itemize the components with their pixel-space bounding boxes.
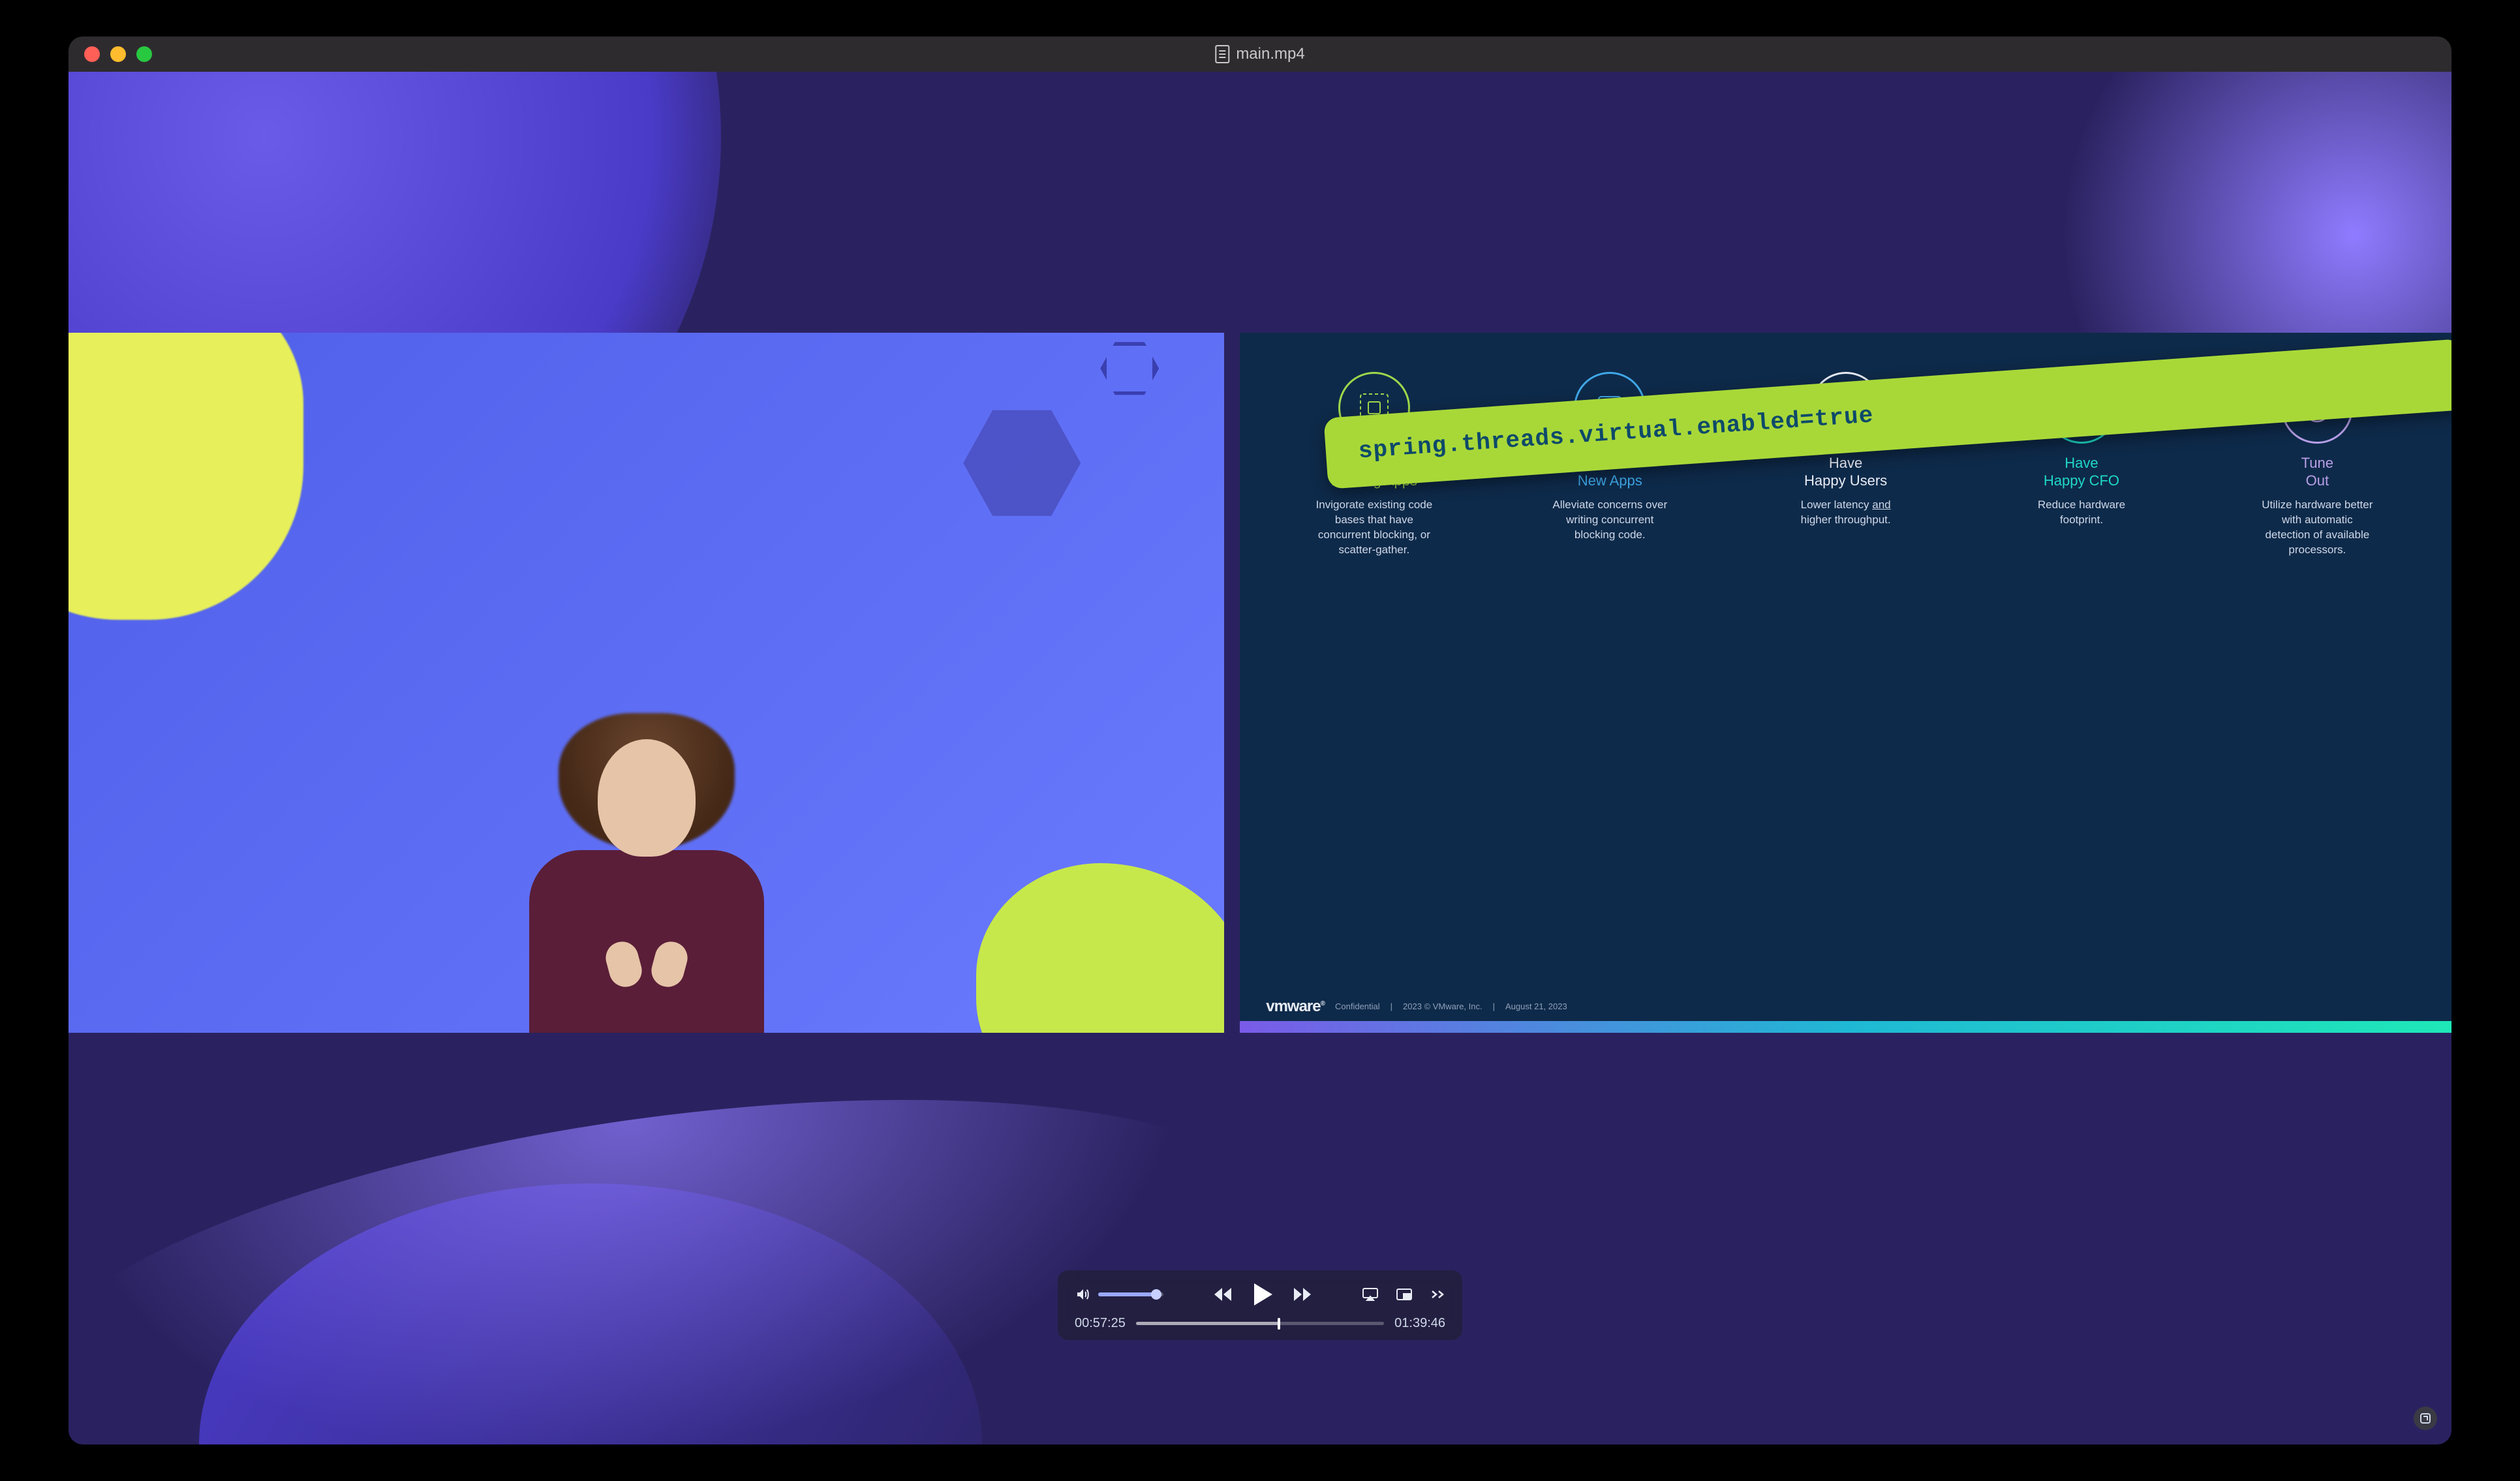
fast-forward-button[interactable] [1292,1285,1313,1304]
video-player-window: main.mp4 [69,37,2451,1444]
volume-group [1075,1287,1163,1302]
vmware-logo: vmware® [1266,998,1325,1016]
titlebar: main.mp4 [69,37,2451,72]
video-content: Level Up Existing Apps Invigorate existi… [69,333,2451,1033]
close-button[interactable] [84,46,100,62]
feature-desc: Utilize hardware better with automatic d… [2258,498,2376,558]
filename-label: main.mp4 [1236,45,1304,63]
document-icon [1215,45,1229,63]
scale-button[interactable] [2414,1407,2437,1430]
window-controls [84,46,152,62]
seek-slider[interactable] [1136,1322,1384,1325]
feature-title-line1: Have [1804,454,1887,472]
feature-title-line2: Out [2301,472,2333,490]
airplay-button[interactable] [1362,1287,1379,1302]
feature-title-line2: New Apps [1578,472,1642,490]
speaker-figure [510,707,784,1033]
window-title: main.mp4 [1215,45,1304,63]
speaker-camera-feed [69,333,1224,1033]
slide-footer: vmware® Confidential | 2023 © VMware, In… [1266,998,1567,1016]
play-button[interactable] [1252,1282,1274,1307]
feature-desc: Reduce hardware footprint. [2023,498,2140,528]
minimize-button[interactable] [110,46,126,62]
rewind-button[interactable] [1212,1285,1233,1304]
volume-slider[interactable] [1098,1292,1163,1296]
feature-title-line1: Tune [2301,454,2333,472]
feature-title-line1: Have [2044,454,2119,472]
maximize-button[interactable] [136,46,152,62]
transport-controls [1212,1282,1313,1307]
feature-desc: Alleviate concerns over writing concurre… [1551,498,1668,543]
pip-button[interactable] [1396,1288,1413,1301]
footer-date: August 21, 2023 [1505,1001,1567,1011]
presentation-slide: Level Up Existing Apps Invigorate existi… [1240,333,2451,1033]
playback-controls: 00:57:25 01:39:46 [1058,1270,1462,1340]
video-canvas[interactable]: Level Up Existing Apps Invigorate existi… [69,72,2451,1444]
volume-icon[interactable] [1075,1287,1090,1302]
feature-desc: Invigorate existing code bases that have… [1315,498,1433,558]
slide-accent-bar [1240,1021,2451,1033]
footer-confidential: Confidential [1335,1001,1380,1011]
total-time: 01:39:46 [1394,1316,1445,1331]
right-controls [1362,1287,1445,1302]
feature-title-line2: Happy Users [1804,472,1887,490]
more-button[interactable] [1430,1289,1445,1300]
feature-desc: Lower latency and higher throughput. [1787,498,1905,528]
current-time: 00:57:25 [1075,1316,1126,1331]
feature-title-line2: Happy CFO [2044,472,2119,490]
footer-copyright: 2023 © VMware, Inc. [1403,1001,1483,1011]
